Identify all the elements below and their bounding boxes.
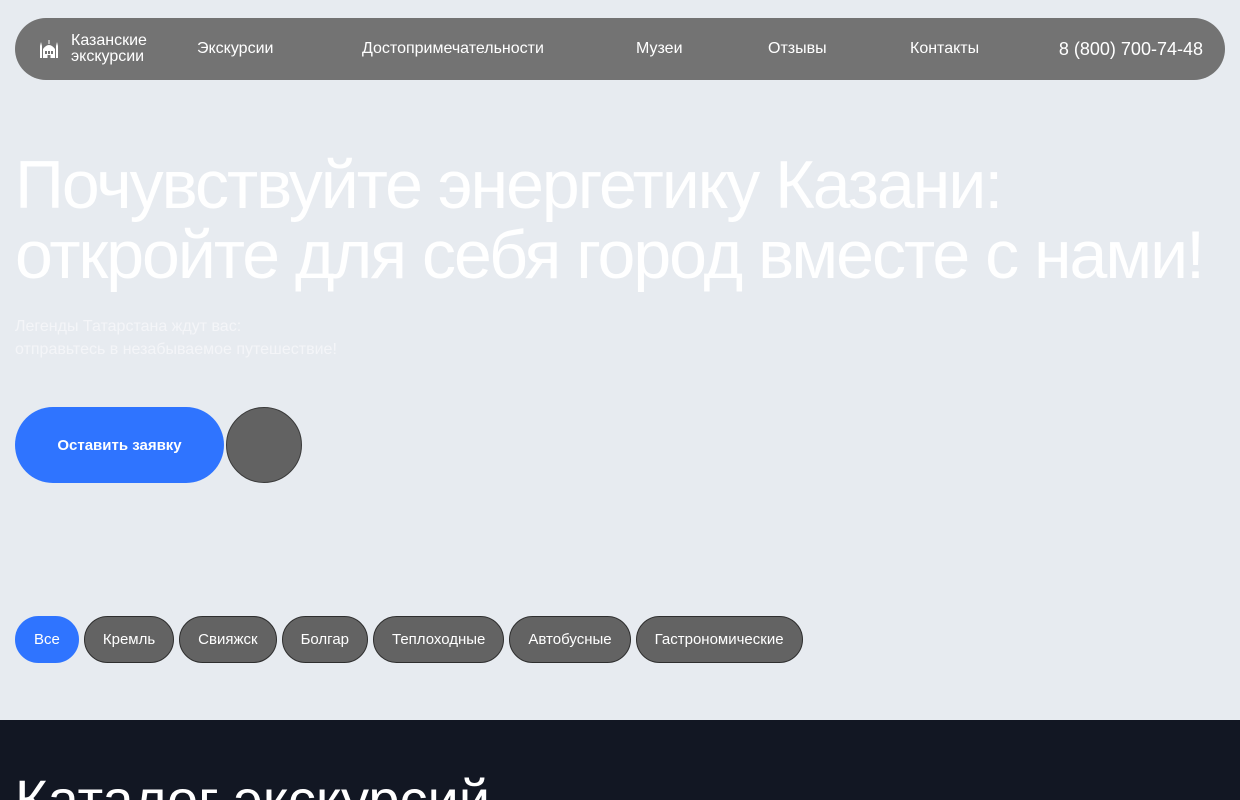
nav-link-museums[interactable]: Музеи — [636, 18, 683, 80]
filter-boat[interactable]: Теплоходные — [373, 616, 505, 663]
logo-text: Казанские экскурсии — [71, 33, 147, 65]
filter-gastronomic[interactable]: Гастрономические — [635, 616, 803, 663]
logo-line-1: Казанские — [71, 32, 147, 49]
filter-bolgar[interactable]: Болгар — [281, 616, 369, 663]
nav-link-contacts[interactable]: Контакты — [910, 18, 979, 80]
nav-link-reviews[interactable]: Отзывы — [768, 18, 827, 80]
catalog-title: Каталог экскурсий — [15, 768, 491, 800]
excursion-filter-bar: Все Кремль Свияжск Болгар Теплоходные Ав… — [15, 616, 803, 663]
logo-link[interactable]: Казанские экскурсии — [37, 18, 147, 80]
nav-link-excursions[interactable]: Экскурсии — [197, 18, 273, 80]
hero-title: Почувствуйте энергетику Казани: откройте… — [15, 150, 1230, 290]
hero-subtitle-line-2: отправьтесь в незабываемое путешествие! — [15, 341, 337, 358]
hero-title-line-1: Почувствуйте энергетику Казани: — [15, 147, 1003, 223]
hero-subtitle-line-1: Легенды Татарстана ждут вас: — [15, 318, 242, 335]
round-action-button[interactable] — [226, 407, 302, 483]
submit-request-button[interactable]: Оставить заявку — [15, 407, 224, 483]
filter-bus[interactable]: Автобусные — [509, 616, 631, 663]
nav-link-sights[interactable]: Достопримечательности — [362, 18, 544, 80]
filter-sviyazhsk[interactable]: Свияжск — [179, 616, 277, 663]
hero-title-line-2: откройте для себя город вместе с нами! — [15, 217, 1205, 293]
phone-link[interactable]: 8 (800) 700-74-48 — [1059, 18, 1203, 80]
hero-subtitle: Легенды Татарстана ждут вас: отправьтесь… — [15, 315, 337, 361]
filter-all[interactable]: Все — [15, 616, 79, 663]
filter-kremlin[interactable]: Кремль — [83, 616, 175, 663]
logo-line-2: экскурсии — [71, 48, 145, 65]
top-navbar: Казанские экскурсии Экскурсии Достоприме… — [15, 18, 1225, 80]
catalog-section: Каталог экскурсий — [0, 720, 1240, 800]
mosque-icon — [37, 37, 61, 61]
